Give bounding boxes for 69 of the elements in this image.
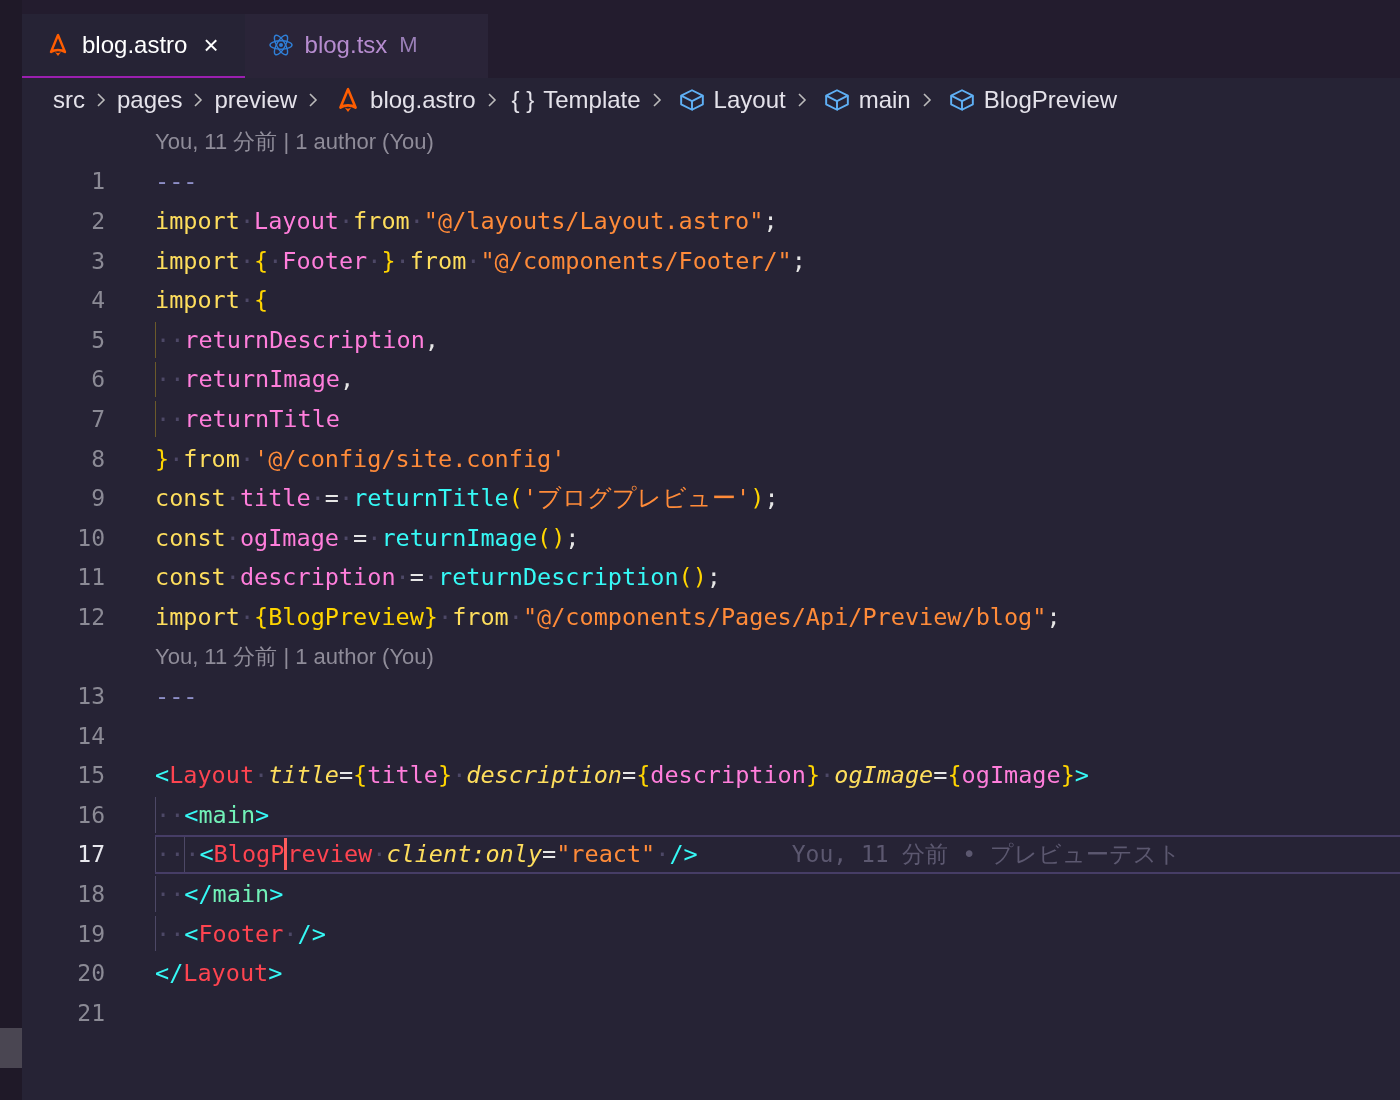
line-number: 20 <box>76 960 105 987</box>
line-number: 21 <box>76 999 105 1026</box>
activity-indicator <box>0 1028 22 1068</box>
line-number: 12 <box>76 603 105 630</box>
text-cursor <box>284 838 288 871</box>
cube-icon <box>823 87 850 113</box>
chevron-right-icon <box>651 92 662 108</box>
blame-annotation[interactable]: You, 11 分前 | 1 author (You) <box>155 126 434 157</box>
code-line: ··<Footer·/> <box>155 915 326 952</box>
code-line: ··<main> <box>155 797 270 833</box>
chevron-right-icon <box>486 92 497 108</box>
line-number: 5 <box>90 326 105 353</box>
line-number: 9 <box>90 485 105 512</box>
line-number: 2 <box>90 208 105 234</box>
breadcrumb-item[interactable]: preview <box>214 86 298 114</box>
chevron-right-icon <box>921 92 932 108</box>
cube-icon <box>948 87 975 113</box>
code-line: <Layout·title={title}·description={description}·ogImage={ogImage}> <box>155 760 1089 792</box>
line-number: 16 <box>76 801 105 828</box>
line-number: 10 <box>76 524 105 551</box>
line-number: 4 <box>90 287 105 314</box>
code-line: import·{BlogPreview}·from·"@/components/Pages/Api/Preview/blog"; <box>155 601 1061 633</box>
close-button[interactable]: × <box>203 29 219 61</box>
code-line: ··</main> <box>155 876 284 912</box>
breadcrumb-item[interactable]: BlogPreview <box>983 86 1118 114</box>
line-number: 7 <box>90 405 105 432</box>
line-number: 11 <box>76 564 105 591</box>
chevron-right-icon <box>96 92 106 108</box>
code-line: const·title·=·returnTitle('ブログプレビュー'); <box>155 483 779 515</box>
code-line: ··returnImage, <box>155 361 355 398</box>
code-line: }·from·'@/config/site.config' <box>155 443 566 475</box>
cube-icon <box>678 87 705 113</box>
code-line: import·{·Footer·}·from·"@/components/Footer/"; <box>155 245 806 277</box>
editor-tab[interactable]: blog.astro × <box>22 14 245 78</box>
code-line: ···<BlogP review·client:only="react"·/> <box>155 836 698 873</box>
inline-blame: You, 11 分前 • プレビューテスト <box>791 840 1182 869</box>
chevron-right-icon <box>796 92 807 108</box>
line-number: 13 <box>76 683 105 710</box>
breadcrumb-item[interactable]: blog.astro <box>370 86 476 114</box>
editor-tab[interactable]: blog.tsx M <box>244 14 444 78</box>
breadcrumb-item[interactable]: main <box>858 86 911 114</box>
code-line: const·ogImage·=·returnImage(); <box>155 522 580 554</box>
chevron-right-icon <box>308 92 319 108</box>
line-number: 19 <box>76 920 105 947</box>
code-line: ··returnDescription, <box>155 321 439 358</box>
code-line: import·Layout·from·"@/layouts/Layout.astro"; <box>155 206 778 237</box>
line-number: 1 <box>90 168 105 195</box>
code-line: --- <box>155 681 198 713</box>
code-line: </Layout> <box>155 958 283 990</box>
line-number: 6 <box>90 366 105 393</box>
code-line: import·{ <box>155 285 269 317</box>
code-line: const·description·=·returnDescription(); <box>155 562 721 594</box>
breadcrumb-item[interactable]: Layout <box>713 86 786 114</box>
line-number: 3 <box>90 247 105 274</box>
code-line: --- <box>155 166 198 198</box>
blame-annotation[interactable]: You, 11 分前 | 1 author (You) <box>155 641 434 672</box>
breadcrumb-item[interactable]: src <box>53 86 85 114</box>
breadcrumb-item[interactable]: pages <box>117 86 183 114</box>
code-line: ··returnTitle <box>155 401 340 437</box>
modified-label: M <box>399 32 418 58</box>
atom-icon <box>268 33 293 57</box>
chevron-right-icon <box>193 92 204 108</box>
line-number: 14 <box>76 722 105 749</box>
braces-icon: { } <box>511 86 535 114</box>
line-number: 17 <box>76 841 105 868</box>
breadcrumb-item[interactable]: Template <box>543 86 641 114</box>
line-number: 18 <box>76 881 105 908</box>
line-number: 15 <box>76 762 105 789</box>
line-number: 8 <box>90 445 105 472</box>
